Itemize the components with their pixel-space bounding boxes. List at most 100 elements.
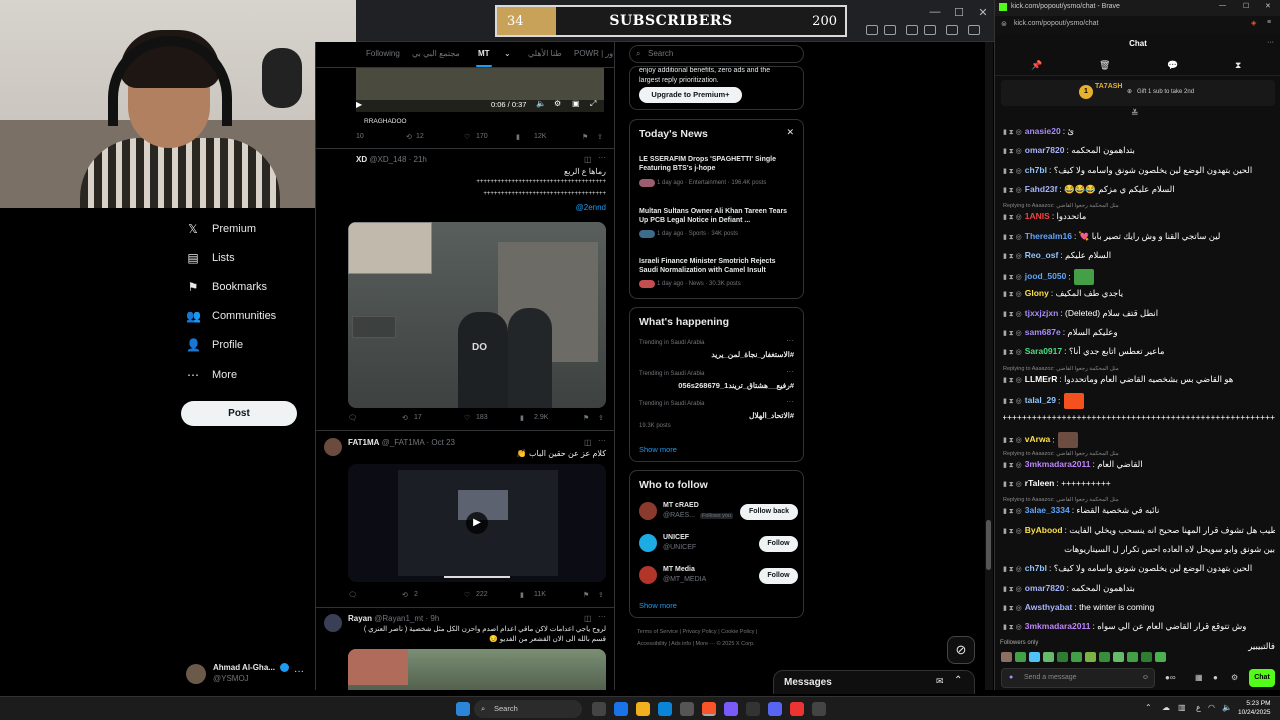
chat-message[interactable]: ▮ ⧗ ◎ tjxxjzjxn: انطل قتف سلام (Deleted) xyxy=(1003,308,1275,319)
quick-emote[interactable] xyxy=(1057,652,1068,662)
file-explorer-icon[interactable] xyxy=(636,702,650,716)
chat-username[interactable]: 3mkmadara2011 xyxy=(1025,621,1091,631)
post-author-mention[interactable]: RRAGHADOO xyxy=(364,118,407,125)
more-icon[interactable]: ··· xyxy=(1267,39,1274,46)
chat-message[interactable]: ++++++++++++++++++++++++++++++++++++++++… xyxy=(1003,412,1275,422)
chat-icon[interactable]: ● xyxy=(1213,673,1218,682)
show-more-link[interactable]: Show more xyxy=(639,445,677,454)
brave-shield-icon[interactable]: ◈ xyxy=(1251,19,1256,27)
chat-username[interactable]: jood_5050 xyxy=(1025,271,1067,281)
chevron-up-icon[interactable]: ⌃ xyxy=(1145,703,1152,712)
chat-username[interactable]: Therealm16 xyxy=(1025,231,1072,241)
follow-button[interactable]: Follow xyxy=(759,568,798,584)
tab-following[interactable]: Following xyxy=(366,49,400,58)
post-video[interactable]: ▶ xyxy=(348,464,606,582)
reply-context[interactable]: Replying to Aaaazoz: مثل المحكمة رجعوا ا… xyxy=(1003,497,1119,503)
chat-username[interactable]: talal_29 xyxy=(1025,395,1056,405)
chat-message[interactable]: ▮ ⧗ ◎ Therealm16: لين ساتجي القنا و وش را… xyxy=(1003,231,1275,242)
play-icon[interactable]: ▶ xyxy=(466,512,488,534)
share-icon[interactable]: ⇪ xyxy=(597,133,603,141)
chat-username[interactable]: omar7820 xyxy=(1025,583,1065,593)
repost-icon[interactable]: ⟲ xyxy=(402,414,408,422)
sidebar-icon[interactable] xyxy=(946,25,958,35)
messages-drawer[interactable]: Messages ✉ ⌃ xyxy=(773,670,975,694)
chat-username[interactable]: vArwa xyxy=(1025,434,1051,444)
volume-icon[interactable]: 🔈 xyxy=(536,99,546,108)
send-chat-button[interactable]: Chat xyxy=(1249,669,1275,687)
minimize-icon[interactable]: — xyxy=(1219,2,1226,9)
quick-emote[interactable] xyxy=(1085,652,1096,662)
menu-icon[interactable]: ≡ xyxy=(1267,19,1271,26)
nav-more[interactable]: ⋯ More xyxy=(186,363,237,387)
chat-message[interactable]: ▮ ⧗ ◎ 3mkmadara2011: القاضي العام xyxy=(1003,459,1275,470)
chevron-down-icon[interactable]: ⌄ xyxy=(504,49,511,58)
settings-icon[interactable]: ⚙ xyxy=(1231,673,1238,682)
chat-message[interactable]: ▮ ⧗ ◎ LLMErR: هو القاضي بس بشخصيه القاضي … xyxy=(1003,374,1275,385)
nav-premium[interactable]: 𝕏 Premium xyxy=(186,217,256,241)
system-clock[interactable]: 5:23 PM 10/24/2025 xyxy=(1238,699,1271,717)
grok-icon[interactable]: ◫ xyxy=(584,614,592,623)
scrollbar[interactable] xyxy=(985,42,993,690)
bookmark-icon[interactable]: ⚑ xyxy=(583,414,589,422)
maximize-icon[interactable]: ☐ xyxy=(950,6,968,20)
grok-icon[interactable]: ⊘ xyxy=(947,636,975,664)
chat-username[interactable]: rTaleen xyxy=(1025,478,1055,488)
app-icon[interactable] xyxy=(724,702,738,716)
post-video[interactable] xyxy=(348,649,606,690)
account-switcher[interactable]: Ahmad Al-Gha... @YSMOJ ··· xyxy=(186,660,316,688)
chat-username[interactable]: tjxxjzjxn xyxy=(1025,308,1059,318)
quick-emote[interactable] xyxy=(1043,652,1054,662)
post-author[interactable]: Rayan @Rayan1_mt · 9h xyxy=(348,614,439,623)
chat-message[interactable]: ▮ ⧗ ◎ ch7bl: الحين بتهدون الوضع لين يخلصو… xyxy=(1003,563,1275,574)
chat-username[interactable]: Glony xyxy=(1025,288,1049,298)
chat-message[interactable]: ▮ ⧗ ◎ 3alae_3334: نائبه في شخصية القضاء xyxy=(1003,505,1275,516)
pip-icon[interactable]: ▣ xyxy=(572,99,580,108)
chat-username[interactable]: LLMErR xyxy=(1025,374,1058,384)
gift-leaderboard[interactable]: 1 TA7ASH ⊕ Gift 1 sub to take 2nd xyxy=(1001,80,1275,106)
quick-emote[interactable] xyxy=(1113,652,1124,662)
tray-icon[interactable]: ▥ xyxy=(1178,703,1186,712)
tab-community[interactable]: مجتمع البي بي xyxy=(412,49,460,58)
views-icon[interactable]: ▮ xyxy=(516,133,520,141)
tray-icon[interactable]: ☁ xyxy=(1162,703,1170,712)
chat-username[interactable]: ch7bl xyxy=(1025,563,1047,573)
more-icon[interactable]: ··· xyxy=(598,436,606,445)
avatar[interactable] xyxy=(324,438,342,456)
chevron-up-icon[interactable]: ⌃ xyxy=(954,675,962,686)
discord-icon[interactable] xyxy=(768,702,782,716)
avatar[interactable] xyxy=(324,614,342,632)
more-options-icon[interactable]: ··· xyxy=(294,666,304,677)
chat-message[interactable]: ▮ ⧗ ◎ jood_5050: xyxy=(1003,269,1275,286)
app-icon[interactable] xyxy=(746,702,760,716)
repost-icon[interactable]: ⟲ xyxy=(402,591,408,599)
show-more-link[interactable]: Show more xyxy=(639,601,677,610)
reply-icon[interactable]: 🗨 xyxy=(348,591,357,599)
chat-username[interactable]: 3mkmadara2011 xyxy=(1025,459,1091,469)
widgets-icon[interactable] xyxy=(614,702,628,716)
settings-icon[interactable] xyxy=(968,25,980,35)
wifi-icon[interactable]: ◠ xyxy=(1208,703,1215,712)
play-icon[interactable]: ▶ xyxy=(356,100,362,109)
reply-count[interactable]: 10 xyxy=(356,133,364,140)
chat-message[interactable]: ▮ ⧗ ◎ sam687e: وعليكم السلام xyxy=(1003,327,1275,338)
views-icon[interactable]: ▮ xyxy=(520,591,524,599)
bookmark-icon[interactable]: ⚑ xyxy=(582,133,588,141)
obs-icon[interactable] xyxy=(790,702,804,716)
reply-icon[interactable]: 🗨 xyxy=(348,414,357,422)
taskbar-search[interactable]: ⌕ Search xyxy=(474,700,582,718)
nav-profile[interactable]: 👤 Profile xyxy=(186,333,243,357)
chat-message[interactable]: بين شونق وابو سويحل لاه العاده احس تكرار… xyxy=(1003,544,1275,555)
chat-message[interactable]: ▮ ⧗ ◎ ByAbood: طيب هل تشوف قرار المهنا صح… xyxy=(1003,525,1275,536)
pin-icon[interactable]: 📌 xyxy=(1031,60,1042,71)
scrollbar-thumb[interactable] xyxy=(986,520,991,570)
grok-icon[interactable]: ◫ xyxy=(584,438,592,447)
post-author[interactable]: XD @XD_148 · 21h xyxy=(356,155,427,164)
nav-communities[interactable]: 👥 Communities xyxy=(186,304,276,328)
chat-message[interactable]: ▮ ⧗ ◎ 1ANIS: ماتحددوا xyxy=(1003,211,1275,222)
upgrade-premium-button[interactable]: Upgrade to Premium+ xyxy=(639,87,742,103)
start-icon[interactable] xyxy=(456,702,470,716)
downloads-icon[interactable] xyxy=(906,25,918,35)
like-icon[interactable]: ♡ xyxy=(464,414,470,422)
like-icon[interactable]: ♡ xyxy=(464,591,470,599)
more-icon[interactable]: ··· xyxy=(786,336,794,345)
